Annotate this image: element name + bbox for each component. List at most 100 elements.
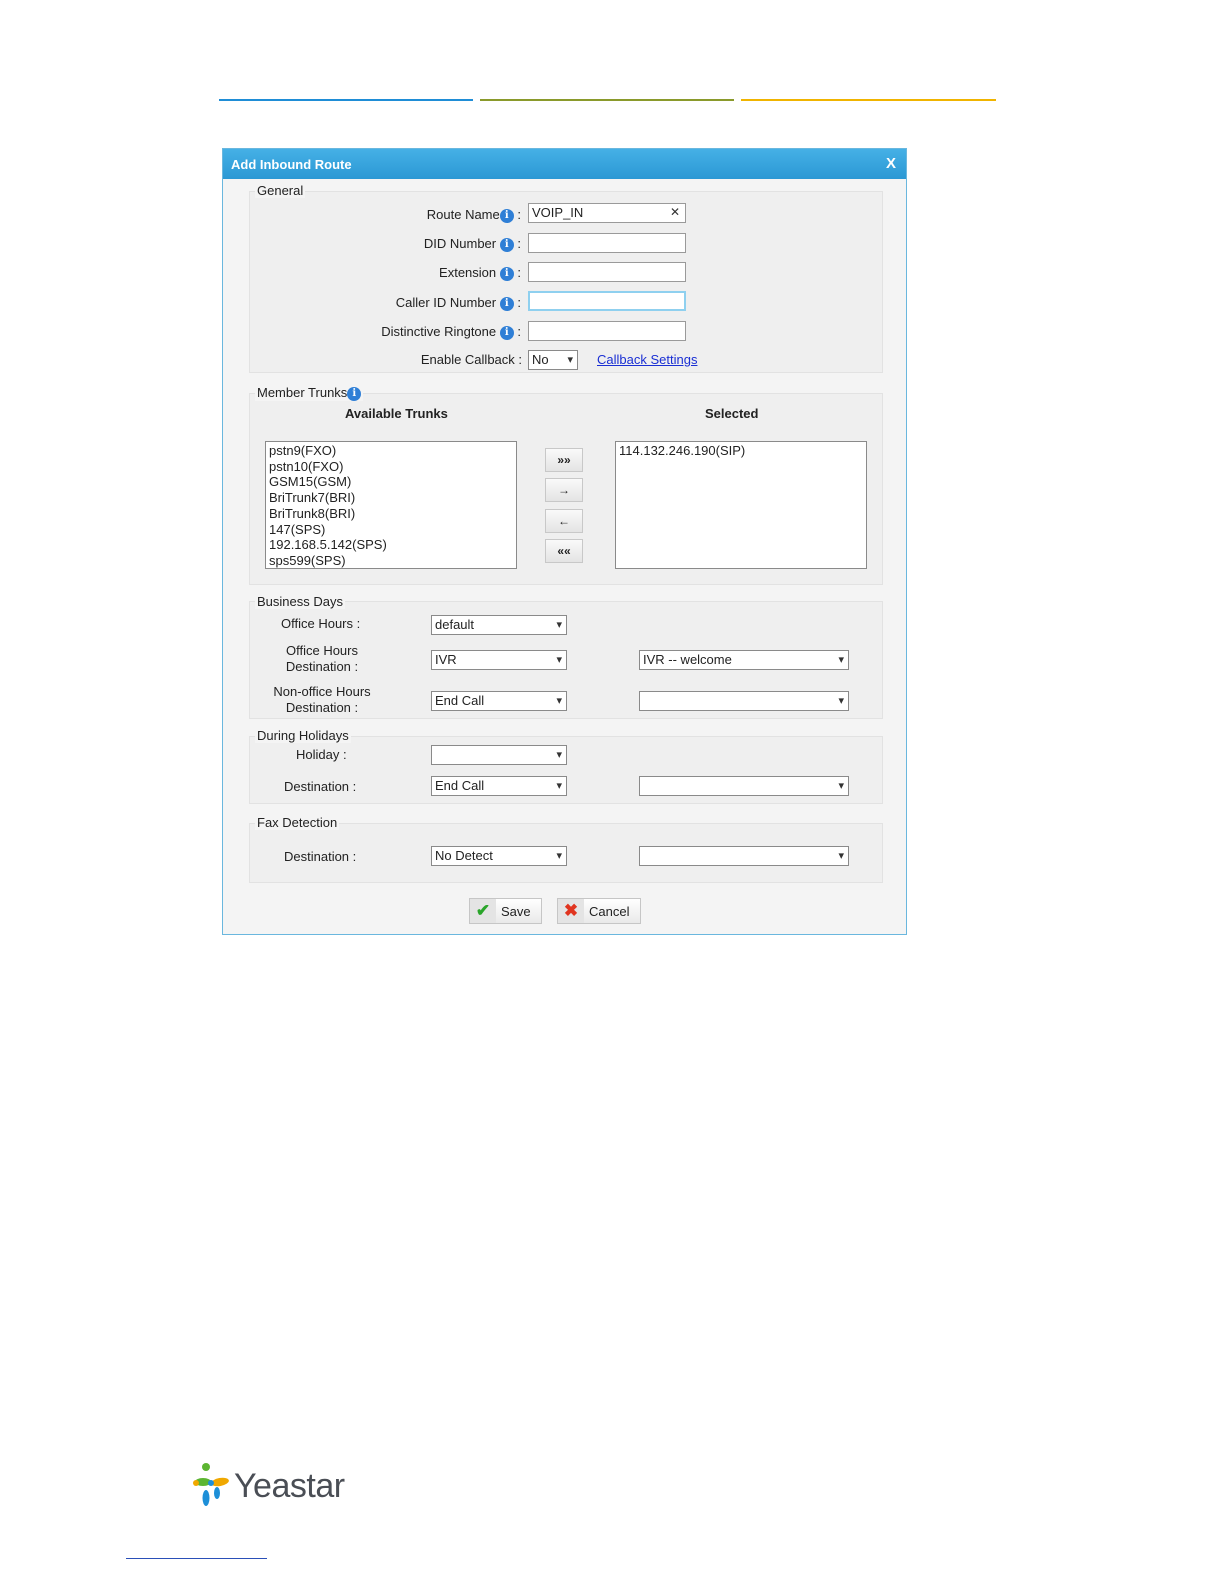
list-item[interactable]: sps599(SPS) xyxy=(269,553,513,568)
holiday-dest-target-select[interactable]: ▾ xyxy=(639,776,849,796)
yeastar-pinwheel-icon xyxy=(193,1463,229,1506)
list-item[interactable]: pstn9(FXO) xyxy=(269,443,513,459)
nonoffice-dest-value: End Call xyxy=(435,693,485,708)
selected-trunks-list[interactable]: 114.132.246.190(SIP) xyxy=(615,441,867,569)
nonoffice-label-line1: Non-office Hours xyxy=(273,684,371,699)
selected-trunks-header: Selected xyxy=(705,406,759,421)
fax-dest-select[interactable]: No Detect ▾ xyxy=(431,846,567,866)
colon: : xyxy=(517,207,521,222)
office-dest-label: Office Hours Destination : xyxy=(271,643,373,675)
holiday-dest-label: Destination : xyxy=(284,779,357,794)
chevron-down-icon: ▾ xyxy=(556,749,562,761)
colon: : xyxy=(517,295,521,310)
nonoffice-dest-target-select[interactable]: ▾ xyxy=(639,691,849,711)
general-legend: General xyxy=(255,183,306,198)
ringtone-label: Distinctive Ringtone xyxy=(381,324,497,339)
route-name-label-row: Route Name i : xyxy=(427,207,521,223)
dialog-title-bar: Add Inbound Route X xyxy=(223,149,906,179)
remove-button[interactable]: ← xyxy=(545,509,583,533)
holiday-select[interactable]: ▾ xyxy=(431,745,567,765)
extension-input[interactable] xyxy=(528,262,686,282)
chevron-down-icon: ▾ xyxy=(838,850,844,862)
add-all-button[interactable]: »» xyxy=(545,448,583,472)
office-dest-select[interactable]: IVR ▾ xyxy=(431,650,567,670)
header-line-olive xyxy=(480,99,734,101)
fax-dest-value: No Detect xyxy=(435,848,493,863)
clear-icon[interactable]: ✕ xyxy=(670,205,680,219)
callback-label: Enable Callback : xyxy=(420,352,522,367)
office-hours-value: default xyxy=(435,617,475,632)
chevron-down-icon: ▾ xyxy=(556,850,562,862)
caller-id-label: Caller ID Number xyxy=(395,295,497,310)
save-button[interactable]: ✔ Save xyxy=(469,898,542,924)
route-name-value: VOIP_IN xyxy=(532,205,584,220)
extension-label: Extension xyxy=(439,265,497,280)
info-icon[interactable]: i xyxy=(499,209,514,223)
colon: : xyxy=(517,236,521,251)
chevron-down-icon: ▾ xyxy=(567,354,573,366)
header-line-blue xyxy=(219,99,473,101)
list-item[interactable]: BriTrunk8(BRI) xyxy=(269,506,513,522)
colon: : xyxy=(517,265,521,280)
add-button[interactable]: → xyxy=(545,478,583,502)
checkmark-icon: ✔ xyxy=(470,899,496,923)
holiday-dest-value: End Call xyxy=(435,778,485,793)
cancel-x-icon: ✖ xyxy=(558,899,584,923)
nonoffice-dest-select[interactable]: End Call ▾ xyxy=(431,691,567,711)
member-trunks-label: Member Trunks xyxy=(257,385,348,400)
extension-label-row: Extension i : xyxy=(439,265,521,281)
info-icon[interactable]: i xyxy=(499,326,514,340)
ringtone-input[interactable] xyxy=(528,321,686,341)
list-item[interactable]: 114.132.246.190(SIP) xyxy=(619,443,863,459)
holiday-dest-select[interactable]: End Call ▾ xyxy=(431,776,567,796)
holiday-label: Holiday : xyxy=(296,747,347,762)
fax-dest-target-select[interactable]: ▾ xyxy=(639,846,849,866)
caller-id-label-row: Caller ID Number i : xyxy=(396,295,521,311)
did-number-label: DID Number xyxy=(423,236,497,251)
did-number-label-row: DID Number i : xyxy=(424,236,521,252)
available-trunks-list[interactable]: pstn9(FXO) pstn10(FXO) GSM15(GSM) BriTru… xyxy=(265,441,517,569)
chevron-down-icon: ▾ xyxy=(556,619,562,631)
chevron-down-icon: ▾ xyxy=(556,654,562,666)
cancel-label: Cancel xyxy=(589,904,630,919)
brand-name: Yeastar xyxy=(234,1467,345,1505)
office-hours-select[interactable]: default ▾ xyxy=(431,615,567,635)
callback-settings-link[interactable]: Callback Settings xyxy=(597,352,697,367)
dialog-title: Add Inbound Route xyxy=(231,157,352,172)
fax-dest-label: Destination : xyxy=(284,849,357,864)
did-number-input[interactable] xyxy=(528,233,686,253)
office-dest-value: IVR xyxy=(435,652,457,667)
list-item[interactable]: BriTrunk7(BRI) xyxy=(269,490,513,506)
cancel-button[interactable]: ✖ Cancel xyxy=(557,898,641,924)
callback-value: No xyxy=(532,352,549,367)
office-dest-target-select[interactable]: IVR -- welcome ▾ xyxy=(639,650,849,670)
caller-id-input[interactable] xyxy=(528,291,686,311)
office-hours-label: Office Hours : xyxy=(281,616,361,631)
chevron-down-icon: ▾ xyxy=(556,695,562,707)
info-icon[interactable]: i xyxy=(499,297,514,311)
fax-legend: Fax Detection xyxy=(255,815,340,830)
remove-all-button[interactable]: «« xyxy=(545,539,583,563)
chevron-down-icon: ▾ xyxy=(556,780,562,792)
save-label: Save xyxy=(501,904,531,919)
member-trunks-legend: Member Trunks i xyxy=(255,385,364,401)
colon: : xyxy=(517,324,521,339)
info-icon[interactable]: i xyxy=(499,238,514,252)
chevron-down-icon: ▾ xyxy=(838,780,844,792)
ringtone-label-row: Distinctive Ringtone i : xyxy=(381,324,521,340)
callback-select[interactable]: No ▾ xyxy=(528,350,578,370)
yeastar-logo: Yeastar xyxy=(192,1462,345,1513)
header-line-yellow xyxy=(741,99,996,101)
footer-line xyxy=(126,1558,267,1559)
info-icon[interactable]: i xyxy=(347,387,362,401)
route-name-label: Route Name xyxy=(426,207,500,222)
list-item[interactable]: pstn10(FXO) xyxy=(269,459,513,475)
route-name-input[interactable]: VOIP_IN ✕ xyxy=(528,203,686,223)
office-dest-label-line1: Office Hours xyxy=(285,643,358,658)
list-item[interactable]: 147(SPS) xyxy=(269,522,513,538)
holidays-legend: During Holidays xyxy=(255,728,351,743)
list-item[interactable]: 192.168.5.142(SPS) xyxy=(269,537,513,553)
info-icon[interactable]: i xyxy=(499,267,514,281)
close-icon[interactable]: X xyxy=(886,155,896,172)
list-item[interactable]: GSM15(GSM) xyxy=(269,474,513,490)
